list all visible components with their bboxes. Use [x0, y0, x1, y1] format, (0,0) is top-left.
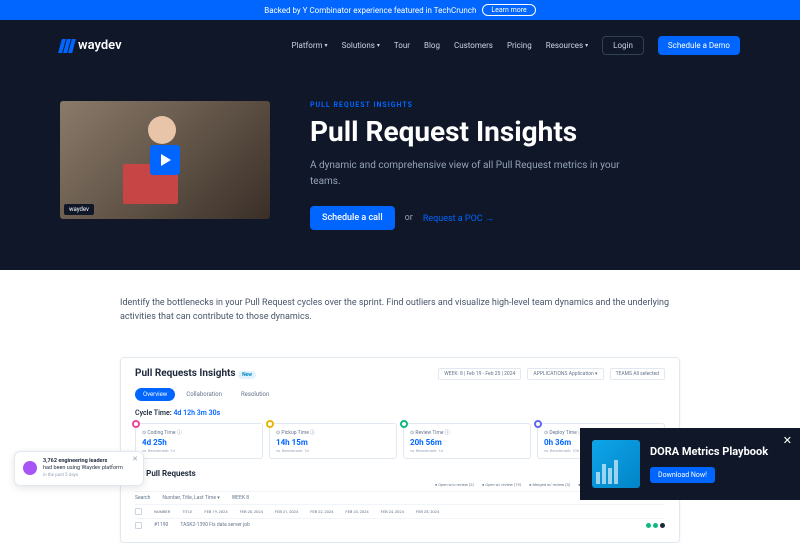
apps-filter[interactable]: APPLICATIONS Application ▾ — [527, 368, 603, 380]
dora-promo: ✕ DORA Metrics Playbook Download Now! — [580, 428, 800, 500]
schedule-call-button[interactable]: Schedule a call — [310, 206, 395, 230]
tab-resolution[interactable]: Resolution — [233, 388, 277, 401]
schedule-demo-button[interactable]: Schedule a Demo — [658, 36, 740, 55]
stage-pickup: ⊙ Pickup Time ⓘ14h 15mvs. Benchmark: 1d — [269, 423, 397, 459]
teams-filter[interactable]: TEAMS All selected — [610, 368, 665, 380]
table-row[interactable]: #1190 TASK2-1390 Fix data server job — [135, 518, 665, 532]
chevron-down-icon: ▾ — [377, 42, 380, 49]
brand-name: waydev — [78, 38, 122, 53]
nav-links: Platform▾ Solutions▾ Tour Blog Customers… — [292, 36, 740, 55]
subtitle: A dynamic and comprehensive view of all … — [310, 158, 630, 190]
nav-pricing[interactable]: Pricing — [507, 41, 532, 50]
checkbox[interactable] — [135, 508, 142, 515]
social-sub: in the past 5 days — [43, 473, 78, 478]
social-proof-toast: ✕ 3,762 engineering leaders had been usi… — [14, 451, 144, 486]
or-text: or — [405, 213, 413, 223]
page-title: Pull Request Insights — [310, 115, 740, 148]
main-nav: waydev Platform▾ Solutions▾ Tour Blog Cu… — [60, 30, 740, 61]
cycle-time-label: Cycle Time: 4d 12h 3m 30s — [135, 409, 665, 417]
intro-paragraph: Identify the bottlenecks in your Pull Re… — [0, 270, 800, 345]
play-icon[interactable] — [150, 145, 180, 175]
video-brand-tag: waydev — [64, 204, 94, 215]
tab-overview[interactable]: Overview — [135, 388, 175, 401]
dora-title: DORA Metrics Playbook — [650, 445, 788, 458]
nav-solutions[interactable]: Solutions▾ — [342, 41, 380, 50]
nav-blog[interactable]: Blog — [424, 41, 440, 50]
download-button[interactable]: Download Now! — [650, 467, 715, 483]
chevron-down-icon: ▾ — [325, 42, 328, 49]
hero-video[interactable]: waydev — [60, 101, 270, 219]
nav-customers[interactable]: Customers — [454, 41, 493, 50]
announcement-banner: Backed by Y Combinator experience featur… — [0, 0, 800, 20]
learn-more-button[interactable]: Learn more — [482, 4, 535, 16]
tab-collaboration[interactable]: Collaboration — [178, 388, 230, 401]
dashboard-title: Pull Requests Insights New — [135, 368, 256, 379]
nav-platform[interactable]: Platform▾ — [292, 41, 328, 50]
hero-text: PULL REQUEST INSIGHTS Pull Request Insig… — [310, 101, 740, 230]
hero-content: waydev PULL REQUEST INSIGHTS Pull Reques… — [60, 101, 740, 230]
dora-thumbnail — [592, 440, 640, 488]
hero-section: waydev Platform▾ Solutions▾ Tour Blog Cu… — [0, 20, 800, 270]
close-icon[interactable]: ✕ — [132, 455, 138, 463]
brand-logo[interactable]: waydev — [60, 38, 122, 53]
banner-text: Backed by Y Combinator experience featur… — [264, 6, 476, 15]
stage-review: ⊙ Review Time ⓘ20h 56mvs. Benchmark: 1d — [403, 423, 531, 459]
week-filter[interactable]: WEEK: 8 | Feb 19 - Feb 25 | 2024 — [438, 368, 521, 380]
social-text: had been using Waydev platform — [43, 465, 123, 471]
dashboard-tabs: Overview Collaboration Resolution — [135, 388, 665, 401]
social-count: 3,762 engineering leaders — [43, 458, 107, 464]
checkbox[interactable] — [135, 522, 142, 529]
request-poc-link[interactable]: Request a POC → — [423, 213, 494, 224]
new-badge: New — [238, 371, 256, 379]
login-button[interactable]: Login — [602, 36, 644, 55]
cycle-time-value: 4d 12h 3m 30s — [173, 409, 220, 417]
chevron-down-icon: ▾ — [585, 42, 588, 49]
close-icon[interactable]: ✕ — [783, 434, 792, 447]
avatar — [23, 461, 37, 475]
logo-icon — [60, 39, 74, 53]
nav-resources[interactable]: Resources▾ — [546, 41, 588, 50]
nav-tour[interactable]: Tour — [394, 41, 410, 50]
cta-row: Schedule a call or Request a POC → — [310, 206, 740, 230]
eyebrow: PULL REQUEST INSIGHTS — [310, 101, 740, 109]
stage-coding: ⊙ Coding Time ⓘ4d 25hvs. Benchmark: 1d — [135, 423, 263, 459]
